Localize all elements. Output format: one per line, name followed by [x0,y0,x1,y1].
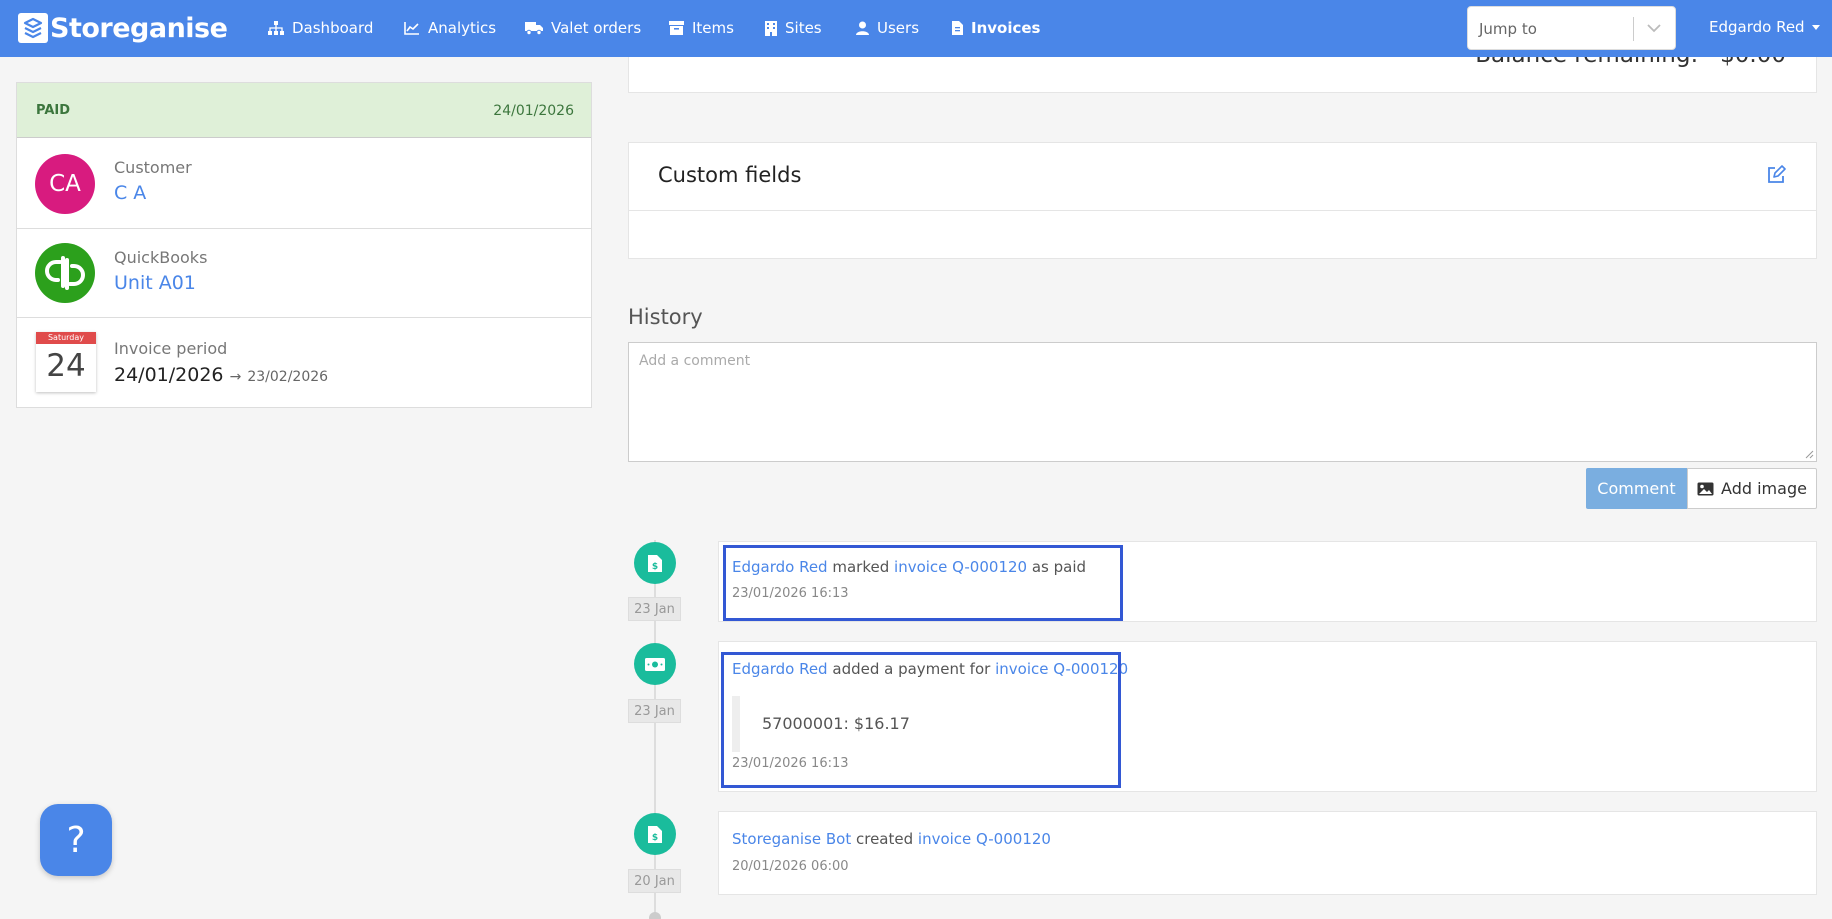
comment-placeholder: Add a comment [639,353,751,369]
jump-to-separator [1633,17,1634,41]
nav-invoices[interactable]: Invoices [952,18,1040,38]
nav-analytics-label: Analytics [428,19,497,37]
invoice-dollar-icon: $ [634,542,676,584]
invoice-summary-panel: PAID 24/01/2026 CA Customer C A QuickBoo… [16,82,592,408]
truck-icon [525,22,543,35]
nav-sites[interactable]: Sites [765,18,822,38]
caret-down-icon [1811,25,1820,30]
nav-items[interactable]: Items [669,18,734,38]
timeline-end-dot [649,912,661,919]
timeline-date-badge: 23 Jan [628,597,681,621]
invoice-period-label: Invoice period [114,339,228,358]
status-badge: PAID [36,103,71,118]
period-end: 23/02/2026 [247,369,329,385]
money-bill-icon [634,643,676,685]
balance-value: $0.00 [1720,57,1786,68]
period-arrow: → [229,369,242,385]
nav-items-label: Items [692,19,734,37]
svg-text:$: $ [652,562,658,572]
calendar-day-name: Saturday [36,332,96,344]
jump-to-select[interactable]: Jump to [1467,6,1676,50]
status-bar: PAID 24/01/2026 [17,83,591,138]
resize-handle-icon[interactable] [1804,449,1814,459]
sitemap-icon [268,21,284,35]
image-icon [1697,482,1714,495]
quickbooks-label: QuickBooks [114,248,208,267]
highlight-box [721,652,1121,788]
nav-valet-orders[interactable]: Valet orders [525,18,641,38]
add-image-label: Add image [1721,479,1807,498]
history-entry-text: Storeganise Bot created invoice Q-000120 [732,830,1051,848]
nav-invoices-label: Invoices [971,19,1041,37]
line-chart-icon [404,22,419,35]
history-invoice-link[interactable]: invoice Q-000120 [918,830,1051,848]
file-invoice-icon [952,21,963,35]
customer-row: CA Customer C A [17,139,591,229]
quickbooks-link[interactable]: Unit A01 [114,272,196,294]
chevron-down-icon[interactable] [1646,20,1662,36]
customer-label: Customer [114,158,192,177]
highlight-box [723,545,1123,621]
help-button[interactable]: ? [40,804,112,876]
invoice-period-row: Saturday 24 Invoice period 24/01/2026 → … [17,318,591,407]
timeline-date-badge: 20 Jan [628,869,681,893]
comment-textarea[interactable]: Add a comment [628,342,1817,462]
nav-dashboard[interactable]: Dashboard [268,18,373,38]
top-navbar: Storeganise Dashboard Analytics Valet or… [0,0,1832,57]
svg-text:$: $ [652,833,658,843]
balance-remaining: Balance remaining: $0.00 [1475,57,1786,68]
quickbooks-row: QuickBooks Unit A01 [17,229,591,318]
nav-dashboard-label: Dashboard [292,19,374,37]
invoice-totals-panel: Balance remaining: $0.00 [628,57,1817,93]
calendar-day-number: 24 [46,348,86,384]
nav-valet-orders-label: Valet orders [551,19,642,37]
add-image-button[interactable]: Add image [1687,468,1817,509]
invoice-dollar-icon: $ [634,813,676,855]
nav-users[interactable]: Users [856,18,919,38]
history-actor-link[interactable]: Storeganise Bot [732,830,851,848]
calendar-icon: Saturday 24 [36,332,96,392]
edit-icon[interactable] [1766,165,1786,185]
invoice-period-value: 24/01/2026 → 23/02/2026 [114,364,328,386]
brand-name: Storeganise [50,12,228,44]
building-icon [765,20,777,36]
custom-fields-header: Custom fields [629,143,1816,211]
archive-icon [669,21,684,35]
nav-analytics[interactable]: Analytics [404,18,496,38]
nav-sites-label: Sites [785,19,822,37]
balance-label: Balance remaining: [1475,57,1698,68]
custom-fields-title: Custom fields [658,163,802,187]
history-action: created [855,830,914,848]
timeline-date-badge: 23 Jan [628,699,681,723]
status-date: 24/01/2026 [493,103,574,119]
quickbooks-icon [35,243,95,303]
user-icon [856,21,869,35]
jump-to-placeholder: Jump to [1479,20,1537,38]
user-menu-name: Edgardo Red [1709,18,1805,36]
nav-users-label: Users [877,19,920,37]
history-title: History [628,305,703,329]
storeganise-logo-icon [18,13,48,43]
custom-fields-panel: Custom fields [628,142,1817,259]
brand[interactable]: Storeganise [18,10,228,46]
comment-button[interactable]: Comment [1586,468,1687,509]
user-menu[interactable]: Edgardo Red [1709,18,1820,36]
period-start: 24/01/2026 [114,364,224,386]
customer-link[interactable]: C A [114,182,146,204]
history-entry: Storeganise Bot created invoice Q-000120… [718,811,1817,895]
avatar: CA [35,154,95,214]
history-timestamp: 20/01/2026 06:00 [732,859,849,874]
